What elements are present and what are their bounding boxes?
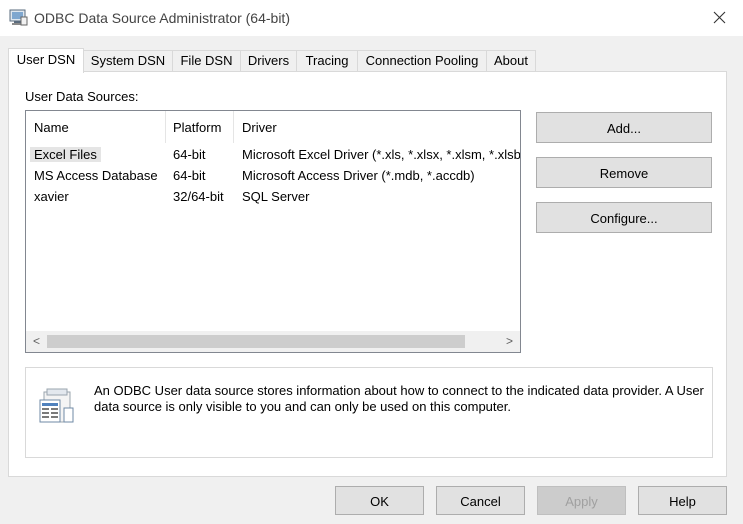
row-name: MS Access Database	[34, 168, 158, 183]
row-platform: 64-bit	[173, 168, 206, 183]
tab-connection-pooling[interactable]: Connection Pooling	[357, 50, 487, 71]
list-row-xavier[interactable]: xavier 32/64-bit SQL Server	[26, 187, 520, 207]
tab-user-dsn[interactable]: User DSN	[8, 48, 84, 73]
horizontal-scrollbar[interactable]: < >	[26, 331, 520, 352]
tab-system-dsn[interactable]: System DSN	[83, 50, 173, 71]
tab-tracing[interactable]: Tracing	[296, 50, 358, 71]
row-name: Excel Files	[30, 147, 101, 162]
tab-drivers[interactable]: Drivers	[240, 50, 297, 71]
cancel-button[interactable]: Cancel	[436, 486, 525, 515]
user-dsn-panel: User Data Sources: Name Platform Driver …	[8, 71, 727, 477]
list-row-excel-files[interactable]: Excel Files 64-bit Microsoft Excel Drive…	[26, 145, 520, 165]
info-box: An ODBC User data source stores informat…	[25, 367, 713, 458]
help-button[interactable]: Help	[638, 486, 727, 515]
ok-button[interactable]: OK	[335, 486, 424, 515]
row-driver: SQL Server	[242, 189, 310, 204]
column-divider[interactable]	[233, 111, 234, 143]
column-header-name[interactable]: Name	[34, 120, 69, 135]
close-icon	[713, 11, 726, 24]
tab-about[interactable]: About	[486, 50, 536, 71]
window-title: ODBC Data Source Administrator (64-bit)	[34, 10, 290, 26]
row-driver: Microsoft Excel Driver (*.xls, *.xlsx, *…	[242, 147, 521, 162]
row-name: xavier	[34, 189, 69, 204]
title-bar: ODBC Data Source Administrator (64-bit)	[0, 0, 743, 36]
column-divider[interactable]	[165, 111, 166, 143]
row-platform: 32/64-bit	[173, 189, 224, 204]
info-text: An ODBC User data source stores informat…	[94, 383, 704, 414]
configure-button[interactable]: Configure...	[536, 202, 712, 233]
section-label: User Data Sources:	[25, 89, 139, 104]
apply-button[interactable]: Apply	[537, 486, 626, 515]
row-platform: 64-bit	[173, 147, 206, 162]
column-header-platform[interactable]: Platform	[173, 120, 221, 135]
scroll-right-icon[interactable]: >	[499, 331, 520, 352]
data-sources-list[interactable]: Name Platform Driver Excel Files 64-bit …	[25, 110, 521, 353]
row-driver: Microsoft Access Driver (*.mdb, *.accdb)	[242, 168, 475, 183]
column-header-driver[interactable]: Driver	[242, 120, 277, 135]
close-button[interactable]	[696, 0, 743, 36]
add-button[interactable]: Add...	[536, 112, 712, 143]
tab-file-dsn[interactable]: File DSN	[172, 50, 241, 71]
odbc-admin-icon	[9, 8, 28, 27]
data-source-icon	[38, 386, 78, 431]
list-row-ms-access[interactable]: MS Access Database 64-bit Microsoft Acce…	[26, 166, 520, 186]
scroll-left-icon[interactable]: <	[26, 331, 47, 352]
remove-button[interactable]: Remove	[536, 157, 712, 188]
scrollbar-thumb[interactable]	[47, 335, 465, 348]
